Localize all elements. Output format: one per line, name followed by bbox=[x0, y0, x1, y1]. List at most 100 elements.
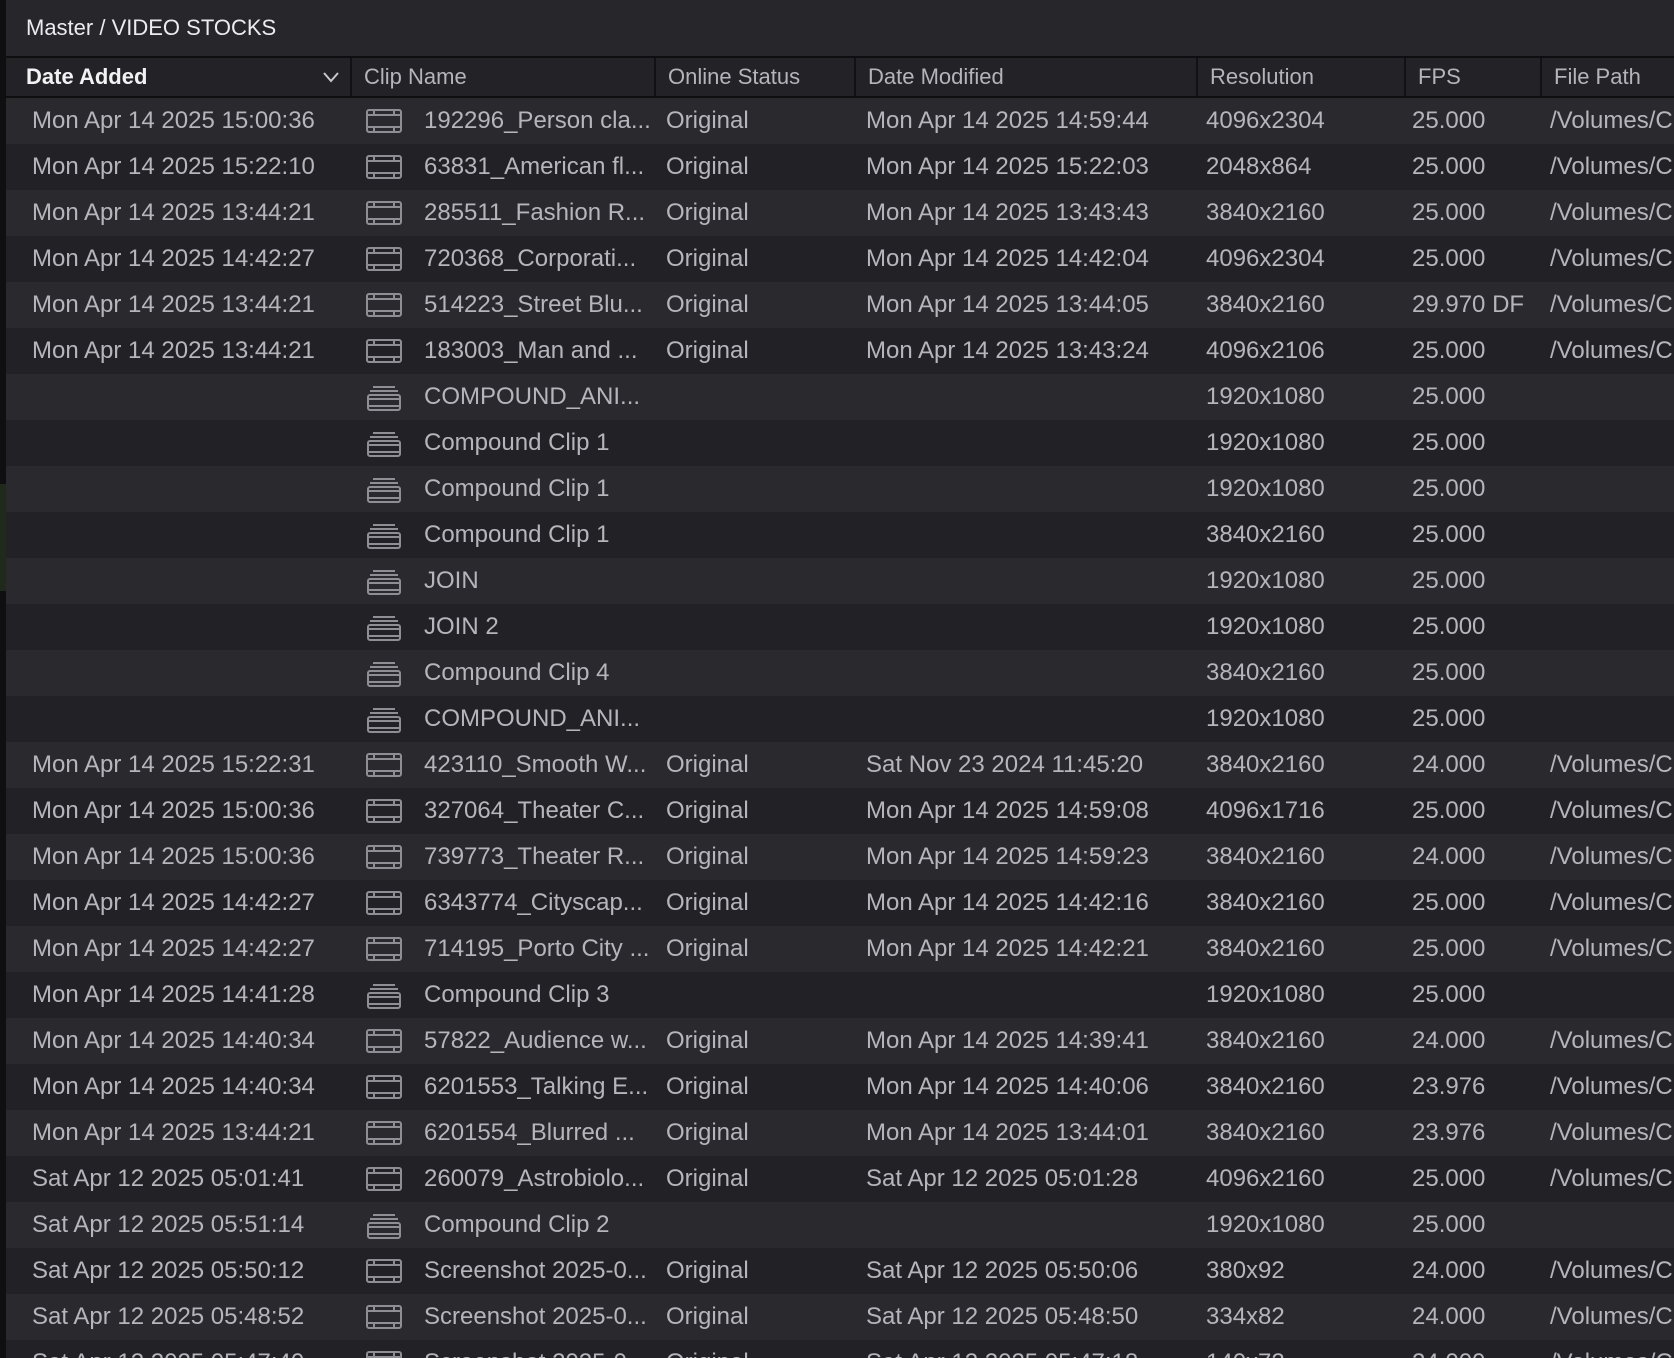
table-row[interactable]: Mon Apr 14 2025 13:44:21 285511_Fashion R… bbox=[6, 190, 1674, 236]
table-row[interactable]: Sat Apr 12 2025 05:01:41 260079_Astrobiol… bbox=[6, 1156, 1674, 1202]
date-added-cell bbox=[32, 604, 352, 650]
clip-name-cell: 714195_Porto City ... bbox=[424, 935, 650, 962]
fps-cell: 25.000 bbox=[1412, 521, 1486, 548]
fps-cell: 25.000 bbox=[1412, 153, 1486, 180]
online-status-cell: Original bbox=[666, 1073, 749, 1100]
table-row[interactable]: Mon Apr 14 2025 14:41:28 Compound Clip 3 1… bbox=[6, 972, 1674, 1018]
table-row[interactable]: Sat Apr 12 2025 05:50:12 Screenshot 2025-… bbox=[6, 1248, 1674, 1294]
table-row[interactable]: Mon Apr 14 2025 15:22:10 63831_American f… bbox=[6, 144, 1674, 190]
table-row[interactable]: Mon Apr 14 2025 15:00:36 192296_Person cl… bbox=[6, 98, 1674, 144]
date-added-cell: Mon Apr 14 2025 15:22:31 bbox=[32, 751, 315, 778]
stacked-clips-icon bbox=[366, 466, 406, 512]
resolution-cell: 3840x2160 bbox=[1206, 659, 1325, 686]
fps-cell: 24.000 bbox=[1412, 1027, 1486, 1054]
file-path-cell: /Volumes/C bbox=[1550, 751, 1673, 778]
date-modified-cell bbox=[866, 1202, 1196, 1248]
table-row[interactable]: Mon Apr 14 2025 13:44:21 514223_Street Bl… bbox=[6, 282, 1674, 328]
resolution-cell: 380x92 bbox=[1206, 1257, 1285, 1284]
clip-name-cell: Screenshot 2025-0... bbox=[424, 1303, 647, 1330]
file-path-cell: /Volumes/C bbox=[1550, 843, 1673, 870]
clip-name-cell: 63831_American fl... bbox=[424, 153, 645, 180]
stacked-clips-icon bbox=[366, 512, 406, 558]
table-row[interactable]: Sat Apr 12 2025 05:48:52 Screenshot 2025-… bbox=[6, 1294, 1674, 1340]
date-modified-cell bbox=[866, 696, 1196, 742]
table-row[interactable]: Compound Clip 1 1920x1080 25.000 bbox=[6, 466, 1674, 512]
date-added-cell: Mon Apr 14 2025 14:40:34 bbox=[32, 1027, 315, 1054]
column-header-online-status[interactable]: Online Status bbox=[656, 58, 856, 96]
fps-cell: 25.000 bbox=[1412, 337, 1486, 364]
table-row[interactable]: Sat Apr 12 2025 05:47:40 Screenshot 2025-… bbox=[6, 1340, 1674, 1358]
table-row[interactable]: JOIN 2 1920x1080 25.000 bbox=[6, 604, 1674, 650]
online-status-cell: Original bbox=[666, 245, 749, 272]
fps-cell: 25.000 bbox=[1412, 659, 1486, 686]
resolution-cell: 1920x1080 bbox=[1206, 429, 1325, 456]
table-row[interactable]: Mon Apr 14 2025 14:42:27 714195_Porto Cit… bbox=[6, 926, 1674, 972]
online-status-cell bbox=[666, 604, 856, 650]
fps-cell: 29.970 DF bbox=[1412, 291, 1525, 318]
date-modified-cell bbox=[866, 604, 1196, 650]
film-strip-icon bbox=[366, 1018, 406, 1064]
column-header-label: Date Added bbox=[26, 64, 148, 89]
resolution-cell: 1920x1080 bbox=[1206, 1211, 1325, 1238]
column-header-resolution[interactable]: Resolution bbox=[1198, 58, 1406, 96]
table-row[interactable]: Mon Apr 14 2025 15:00:36 739773_Theater R… bbox=[6, 834, 1674, 880]
fps-cell: 25.000 bbox=[1412, 935, 1486, 962]
clip-name-cell: 260079_Astrobiolo... bbox=[424, 1165, 645, 1192]
stacked-clips-icon bbox=[366, 972, 406, 1018]
clip-name-cell: Compound Clip 4 bbox=[424, 659, 610, 686]
clip-name-cell: Compound Clip 2 bbox=[424, 1211, 610, 1238]
clip-name-cell: 6201553_Talking E... bbox=[424, 1073, 649, 1100]
column-header-date-added[interactable]: Date Added bbox=[6, 58, 352, 96]
film-strip-icon bbox=[366, 788, 406, 834]
chevron-down-icon[interactable] bbox=[318, 64, 344, 90]
table-row[interactable]: Mon Apr 14 2025 14:40:34 6201553_Talking … bbox=[6, 1064, 1674, 1110]
film-strip-icon bbox=[366, 834, 406, 880]
clip-name-cell: Compound Clip 1 bbox=[424, 429, 610, 456]
clip-name-cell: Screenshot 2025-0... bbox=[424, 1257, 647, 1284]
clip-name-cell: 514223_Street Blu... bbox=[424, 291, 643, 318]
table-row[interactable]: Mon Apr 14 2025 13:44:21 183003_Man and .… bbox=[6, 328, 1674, 374]
table-row[interactable]: JOIN 1920x1080 25.000 bbox=[6, 558, 1674, 604]
table-row[interactable]: Mon Apr 14 2025 15:00:36 327064_Theater C… bbox=[6, 788, 1674, 834]
table-row[interactable]: COMPOUND_ANI... 1920x1080 25.000 bbox=[6, 696, 1674, 742]
table-row[interactable]: Compound Clip 1 1920x1080 25.000 bbox=[6, 420, 1674, 466]
date-modified-cell: Mon Apr 14 2025 13:44:05 bbox=[866, 291, 1149, 318]
table-row[interactable]: Sat Apr 12 2025 05:51:14 Compound Clip 2 1… bbox=[6, 1202, 1674, 1248]
clip-name-cell: 57822_Audience w... bbox=[424, 1027, 647, 1054]
date-added-cell: Mon Apr 14 2025 14:41:28 bbox=[32, 981, 315, 1008]
resolution-cell: 3840x2160 bbox=[1206, 889, 1325, 916]
resolution-cell: 3840x2160 bbox=[1206, 199, 1325, 226]
column-header-label: Online Status bbox=[668, 64, 801, 89]
table-row[interactable]: Mon Apr 14 2025 14:42:27 720368_Corporati… bbox=[6, 236, 1674, 282]
fps-cell: 24.000 bbox=[1412, 1303, 1486, 1330]
film-strip-icon bbox=[366, 926, 406, 972]
resolution-cell: 334x82 bbox=[1206, 1303, 1285, 1330]
fps-cell: 25.000 bbox=[1412, 567, 1486, 594]
fps-cell: 25.000 bbox=[1412, 981, 1486, 1008]
resolution-cell: 3840x2160 bbox=[1206, 1119, 1325, 1146]
date-added-cell: Mon Apr 14 2025 15:00:36 bbox=[32, 107, 315, 134]
column-header-date-modified[interactable]: Date Modified bbox=[856, 58, 1198, 96]
resolution-cell: 1920x1080 bbox=[1206, 567, 1325, 594]
clip-list: Mon Apr 14 2025 15:00:36 192296_Person cl… bbox=[6, 98, 1674, 1358]
online-status-cell: Original bbox=[666, 337, 749, 364]
online-status-cell bbox=[666, 466, 856, 512]
table-row[interactable]: Mon Apr 14 2025 14:42:27 6343774_Cityscap… bbox=[6, 880, 1674, 926]
column-header-clip-name[interactable]: Clip Name bbox=[352, 58, 656, 96]
column-header-label: Date Modified bbox=[868, 64, 1004, 89]
date-modified-cell bbox=[866, 512, 1196, 558]
table-row[interactable]: Compound Clip 1 3840x2160 25.000 bbox=[6, 512, 1674, 558]
table-row[interactable]: Mon Apr 14 2025 15:22:31 423110_Smooth W.… bbox=[6, 742, 1674, 788]
table-row[interactable]: COMPOUND_ANI... 1920x1080 25.000 bbox=[6, 374, 1674, 420]
column-header-fps[interactable]: FPS bbox=[1406, 58, 1542, 96]
date-modified-cell: Mon Apr 14 2025 14:42:21 bbox=[866, 935, 1149, 962]
table-row[interactable]: Mon Apr 14 2025 13:44:21 6201554_Blurred … bbox=[6, 1110, 1674, 1156]
column-header-file-path[interactable]: File Path bbox=[1542, 58, 1674, 96]
fps-cell: 24.000 bbox=[1412, 1257, 1486, 1284]
film-strip-icon bbox=[366, 1110, 406, 1156]
table-row[interactable]: Compound Clip 4 3840x2160 25.000 bbox=[6, 650, 1674, 696]
clip-name-cell: 739773_Theater R... bbox=[424, 843, 645, 870]
table-row[interactable]: Mon Apr 14 2025 14:40:34 57822_Audience w… bbox=[6, 1018, 1674, 1064]
resolution-cell: 2048x864 bbox=[1206, 153, 1312, 180]
online-status-cell: Original bbox=[666, 1257, 749, 1284]
